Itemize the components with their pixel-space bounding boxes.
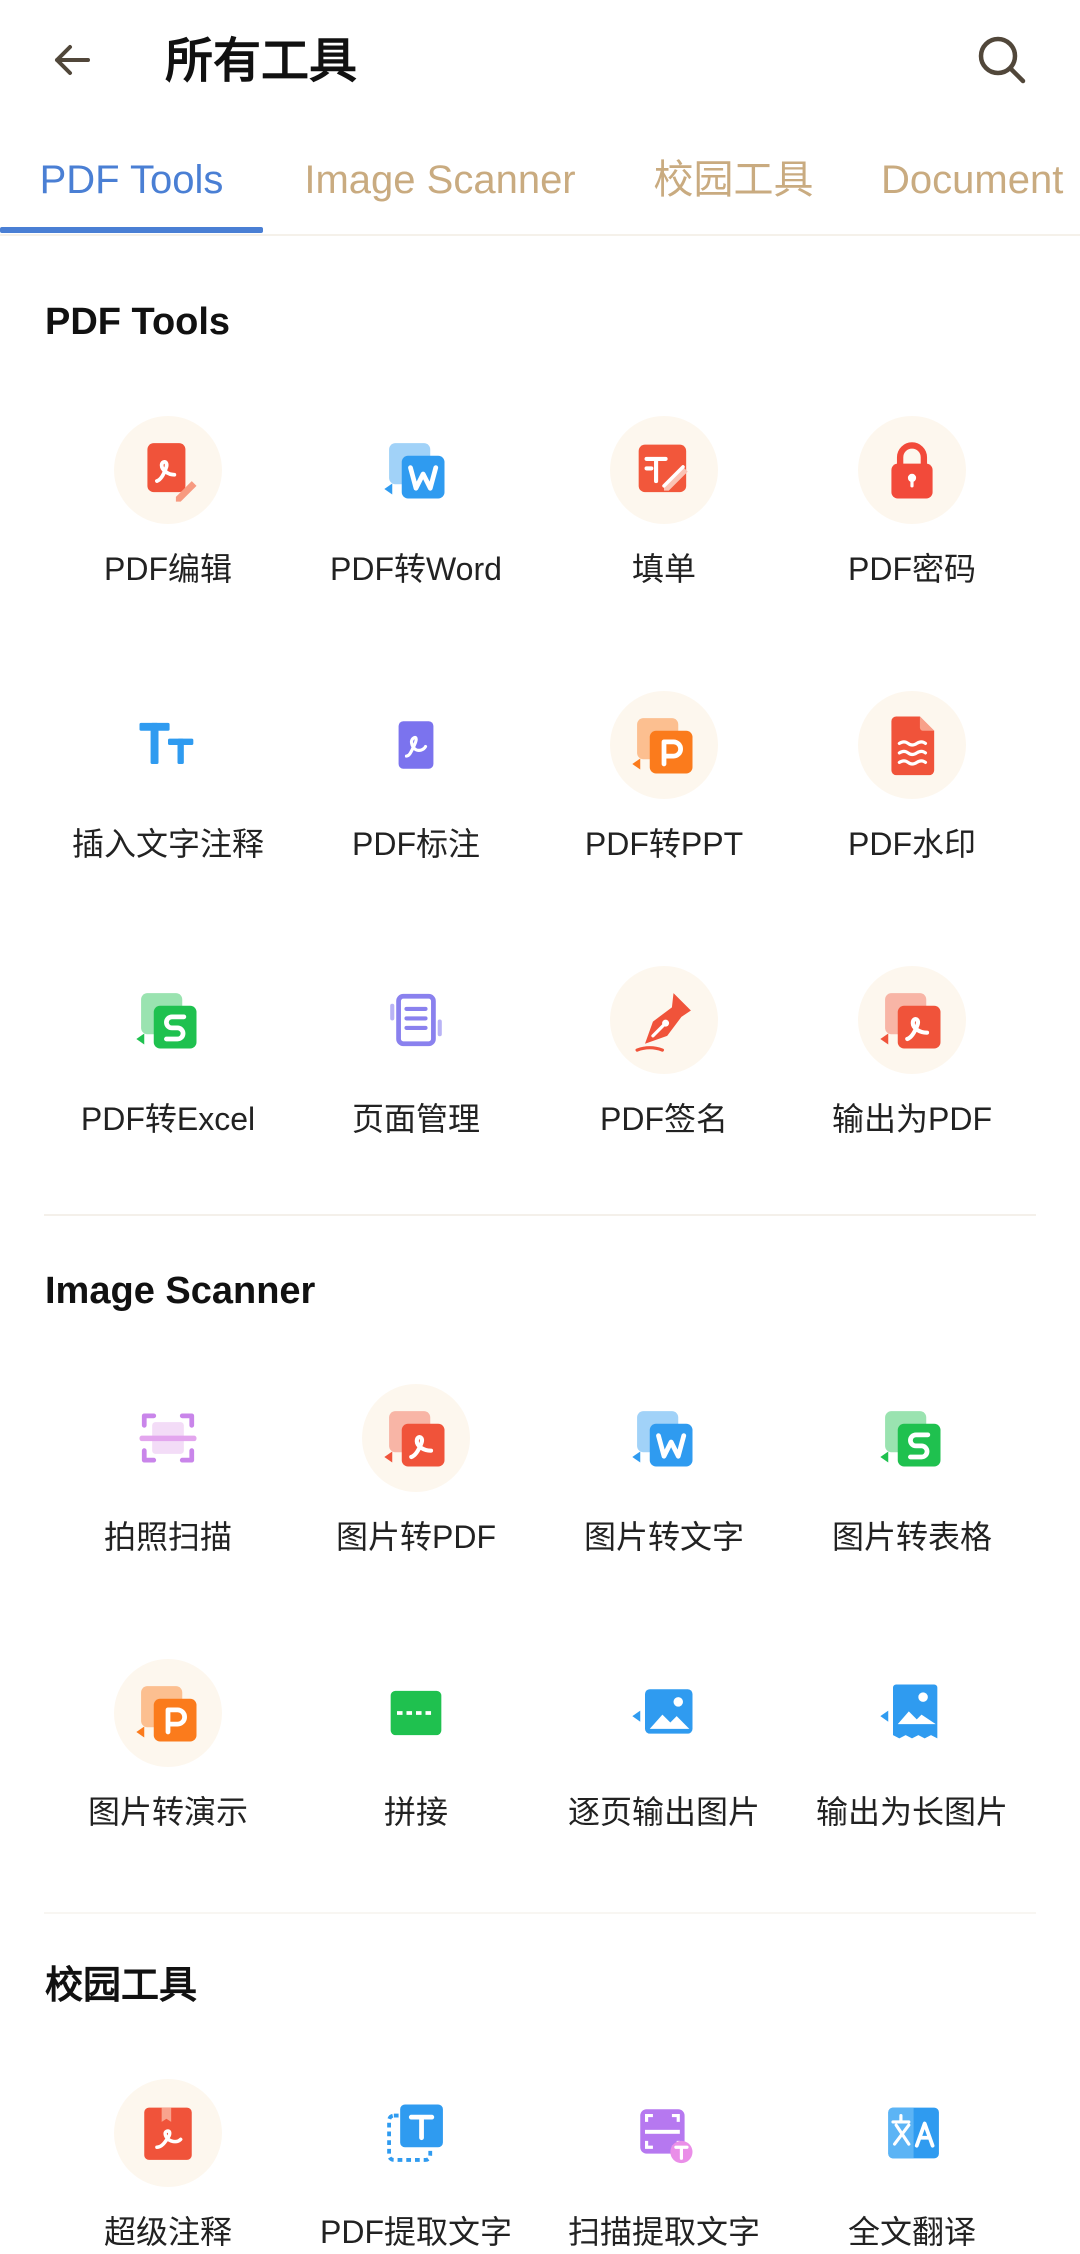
section-divider <box>44 1214 1036 1216</box>
section-title-image-scanner: Image Scanner <box>45 1270 316 1312</box>
section-divider <box>44 1912 1036 1914</box>
tool-image-to-table[interactable]: 图片转表格 <box>788 1362 1036 1637</box>
tab-campus-tools[interactable]: 校园工具 <box>617 156 850 204</box>
tool-pdf-to-excel[interactable]: PDF转Excel <box>44 944 292 1219</box>
tool-text-annotation[interactable]: 插入文字注释 <box>44 669 292 944</box>
tool-label: 填单 <box>631 551 696 587</box>
page-title: 所有工具 <box>165 35 358 88</box>
tool-label: 逐页输出图片 <box>567 1794 760 1830</box>
tool-label: 图片转表格 <box>831 1519 992 1555</box>
pdf-to-word-icon <box>362 416 470 524</box>
tool-translate[interactable]: 全文翻译 <box>788 2057 1036 2254</box>
tool-label: PDF签名 <box>599 1101 728 1137</box>
tool-label: 拍照扫描 <box>103 1519 232 1555</box>
tab-pdf-tools[interactable]: PDF Tools <box>0 156 263 204</box>
tool-label: 输出为PDF <box>831 1101 992 1137</box>
tool-scan-extract-text[interactable]: 扫描提取文字 <box>540 2057 788 2254</box>
campus-tools-grid: 超级注释 PDF提取文字 扫描提取文字 全文翻译 <box>44 2057 1036 2254</box>
tool-image-to-text[interactable]: 图片转文字 <box>540 1362 788 1637</box>
section-title-campus-tools: 校园工具 <box>45 1965 198 2007</box>
pdf-to-excel-icon <box>114 966 222 1074</box>
tool-label: 拼接 <box>383 1794 448 1830</box>
arrow-left-icon[interactable] <box>44 32 100 88</box>
tool-pdf-extract-text[interactable]: PDF提取文字 <box>292 2057 540 2254</box>
tool-long-image[interactable]: 输出为长图片 <box>788 1637 1036 1912</box>
tool-label: 超级注释 <box>103 2214 232 2250</box>
pdf-extract-text-icon <box>362 2079 470 2187</box>
tool-pdf-to-ppt[interactable]: PDF转PPT <box>540 669 788 944</box>
lock-icon <box>858 416 966 524</box>
image-to-table-icon <box>858 1384 966 1492</box>
tool-label: 图片转PDF <box>335 1519 496 1555</box>
category-tabs: PDF Tools Image Scanner 校园工具 Document <box>0 120 1080 236</box>
tool-pdf-markup[interactable]: PDF标注 <box>292 669 540 944</box>
tool-label: PDF标注 <box>351 826 480 862</box>
tool-label: 全文翻译 <box>847 2214 976 2250</box>
page-manage-icon <box>362 966 470 1074</box>
tool-stitch[interactable]: 拼接 <box>292 1637 540 1912</box>
top-bar: 所有工具 <box>0 0 1080 120</box>
tool-label: 输出为长图片 <box>815 1794 1008 1830</box>
tool-pdf-to-word[interactable]: PDF转Word <box>292 394 540 669</box>
watermark-icon <box>858 691 966 799</box>
export-pdf-icon <box>858 966 966 1074</box>
image-scanner-grid: 拍照扫描 图片转PDF 图片转文字 图片转表格 图片转演示 拼接 逐页输出图片 … <box>44 1362 1036 1912</box>
super-annotation-icon <box>114 2079 222 2187</box>
section-title-pdf-tools: PDF Tools <box>45 301 231 343</box>
tool-label: PDF转PPT <box>584 826 744 862</box>
tool-export-pdf[interactable]: 输出为PDF <box>788 944 1036 1219</box>
image-to-text-icon <box>610 1384 718 1492</box>
active-tab-indicator <box>0 227 263 233</box>
page-export-image-icon <box>610 1659 718 1767</box>
tab-document[interactable]: Document <box>850 156 1080 204</box>
tool-super-annotation[interactable]: 超级注释 <box>44 2057 292 2254</box>
tool-image-to-pdf[interactable]: 图片转PDF <box>292 1362 540 1637</box>
tool-page-manage[interactable]: 页面管理 <box>292 944 540 1219</box>
pdf-to-ppt-icon <box>610 691 718 799</box>
text-annotation-icon <box>114 691 222 799</box>
tool-label: PDF转Word <box>330 551 502 587</box>
image-to-pdf-icon <box>362 1384 470 1492</box>
tool-label: PDF提取文字 <box>319 2214 512 2250</box>
pdf-edit-icon <box>114 416 222 524</box>
form-fill-icon <box>610 416 718 524</box>
tool-image-to-slides[interactable]: 图片转演示 <box>44 1637 292 1912</box>
signature-pen-icon <box>610 966 718 1074</box>
tool-label: 扫描提取文字 <box>567 2214 760 2250</box>
long-image-icon <box>858 1659 966 1767</box>
stitch-icon <box>362 1659 470 1767</box>
scan-extract-text-icon <box>610 2079 718 2187</box>
pdf-markup-icon <box>362 691 470 799</box>
image-to-slides-icon <box>114 1659 222 1767</box>
translate-icon <box>858 2079 966 2187</box>
search-icon[interactable] <box>972 30 1032 90</box>
tab-image-scanner[interactable]: Image Scanner <box>263 156 617 204</box>
pdf-tools-grid: PDF编辑 PDF转Word 填单 PDF密码 插入文字注释 PDF标注 PDF… <box>44 394 1036 1219</box>
tool-pdf-password[interactable]: PDF密码 <box>788 394 1036 669</box>
tool-form-fill[interactable]: 填单 <box>540 394 788 669</box>
tool-page-export-image[interactable]: 逐页输出图片 <box>540 1637 788 1912</box>
tool-label: PDF密码 <box>847 551 976 587</box>
tool-label: 图片转文字 <box>583 1519 744 1555</box>
tool-label: 页面管理 <box>351 1101 480 1137</box>
tool-label: 插入文字注释 <box>71 826 264 862</box>
tool-pdf-signature[interactable]: PDF签名 <box>540 944 788 1219</box>
photo-scan-icon <box>114 1384 222 1492</box>
tool-label: 图片转演示 <box>87 1794 248 1830</box>
tool-photo-scan[interactable]: 拍照扫描 <box>44 1362 292 1637</box>
tool-pdf-edit[interactable]: PDF编辑 <box>44 394 292 669</box>
tool-label: PDF编辑 <box>103 551 232 587</box>
tool-label: PDF转Excel <box>80 1101 256 1137</box>
tool-label: PDF水印 <box>847 826 976 862</box>
tool-pdf-watermark[interactable]: PDF水印 <box>788 669 1036 944</box>
